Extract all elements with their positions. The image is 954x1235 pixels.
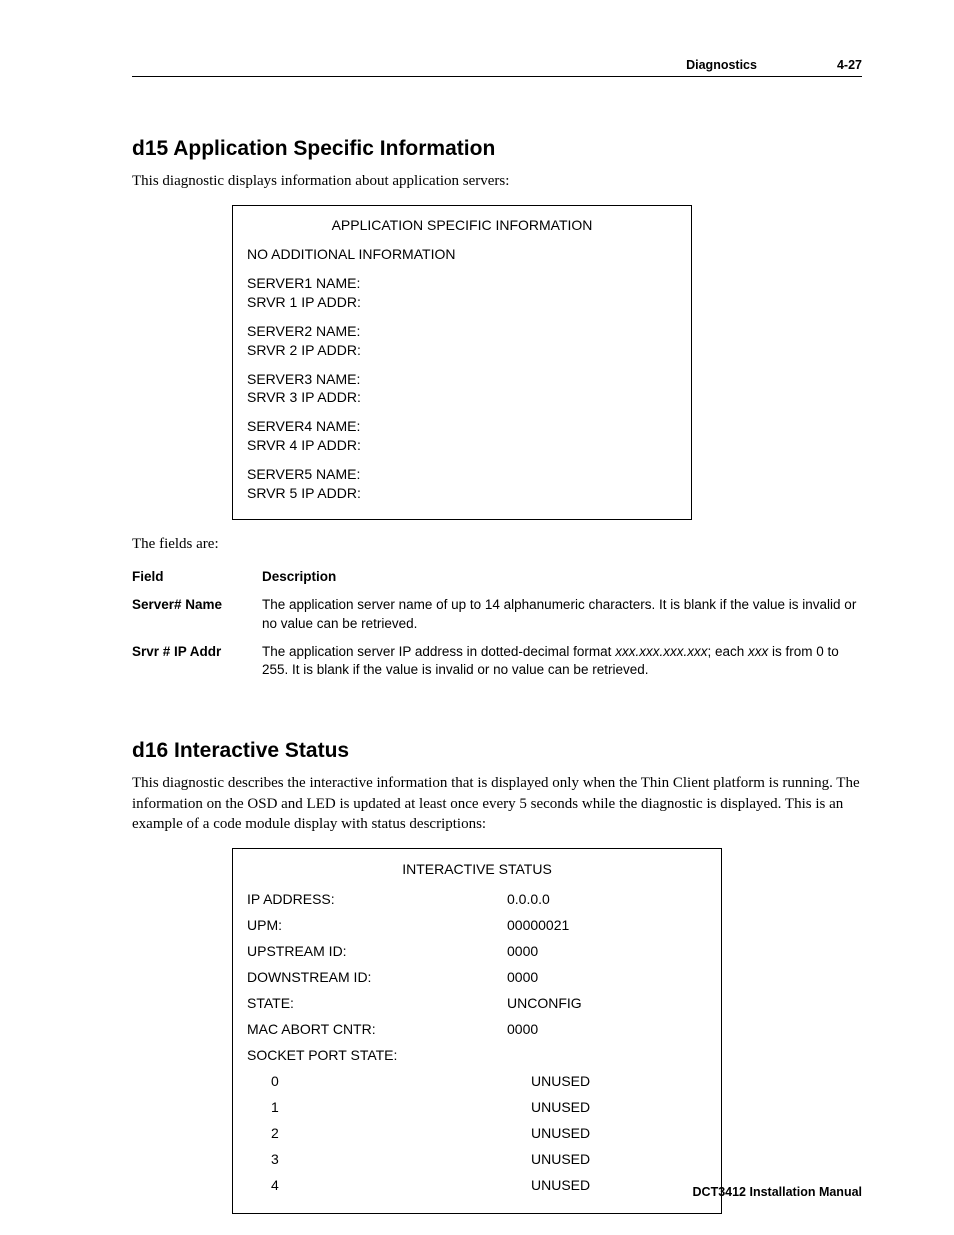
field-row: Server# Name The application server name…: [132, 596, 862, 632]
socket-state: UNUSED: [531, 1099, 707, 1115]
d15-server-5: SERVER5 NAME: SRVR 5 IP ADDR:: [247, 465, 677, 503]
d15-field-table: Field Description Server# Name The appli…: [132, 568, 862, 679]
socket-row: 1 UNUSED: [247, 1099, 707, 1115]
d15-intro: This diagnostic displays information abo…: [132, 171, 862, 191]
socket-index: 1: [247, 1099, 531, 1115]
status-value: 0000: [507, 969, 707, 985]
socket-row: 3 UNUSED: [247, 1151, 707, 1167]
footer-manual-title: DCT3412 Installation Manual: [693, 1185, 862, 1199]
d15-panel-title: APPLICATION SPECIFIC INFORMATION: [247, 216, 677, 235]
field-header-col2: Description: [262, 568, 862, 586]
socket-state: UNUSED: [531, 1125, 707, 1141]
status-label: UPM:: [247, 917, 507, 933]
socket-row: 0 UNUSED: [247, 1073, 707, 1089]
socket-state: UNUSED: [531, 1073, 707, 1089]
socket-index: 4: [247, 1177, 531, 1193]
d16-panel-title: INTERACTIVE STATUS: [247, 861, 707, 877]
status-value: UNCONFIG: [507, 995, 707, 1011]
status-row: MAC ABORT CNTR: 0000: [247, 1021, 707, 1037]
socket-header: SOCKET PORT STATE:: [247, 1047, 507, 1063]
field-desc: The application server name of up to 14 …: [262, 596, 862, 632]
socket-row: 2 UNUSED: [247, 1125, 707, 1141]
server-ip-label: SRVR 1 IP ADDR:: [247, 293, 677, 312]
status-label: MAC ABORT CNTR:: [247, 1021, 507, 1037]
header-page: 4-27: [837, 58, 862, 72]
status-label: IP ADDRESS:: [247, 891, 507, 907]
server-name-label: SERVER1 NAME:: [247, 274, 677, 293]
status-value: 0000: [507, 943, 707, 959]
socket-state: UNUSED: [531, 1177, 707, 1193]
status-row: UPSTREAM ID: 0000: [247, 943, 707, 959]
d16-heading: d16 Interactive Status: [132, 739, 862, 763]
socket-index: 2: [247, 1125, 531, 1141]
socket-index: 3: [247, 1151, 531, 1167]
status-row: STATE: UNCONFIG: [247, 995, 707, 1011]
server-name-label: SERVER5 NAME:: [247, 465, 677, 484]
status-value: 0.0.0.0: [507, 891, 707, 907]
server-name-label: SERVER4 NAME:: [247, 417, 677, 436]
d15-heading: d15 Application Specific Information: [132, 137, 862, 161]
status-value: 00000021: [507, 917, 707, 933]
field-header-row: Field Description: [132, 568, 862, 586]
field-name: Srvr # IP Addr: [132, 643, 262, 679]
status-label: UPSTREAM ID:: [247, 943, 507, 959]
server-ip-label: SRVR 2 IP ADDR:: [247, 341, 677, 360]
field-header-col1: Field: [132, 568, 262, 586]
d15-panel-line1: NO ADDITIONAL INFORMATION: [247, 245, 677, 264]
d16-panel: INTERACTIVE STATUS IP ADDRESS: 0.0.0.0 U…: [232, 848, 722, 1214]
field-row: Srvr # IP Addr The application server IP…: [132, 643, 862, 679]
socket-row: 4 UNUSED: [247, 1177, 707, 1193]
status-row: IP ADDRESS: 0.0.0.0: [247, 891, 707, 907]
server-ip-label: SRVR 4 IP ADDR:: [247, 436, 677, 455]
status-row: DOWNSTREAM ID: 0000: [247, 969, 707, 985]
d15-fields-intro: The fields are:: [132, 534, 862, 554]
d16-intro: This diagnostic describes the interactiv…: [132, 773, 862, 834]
status-label: STATE:: [247, 995, 507, 1011]
socket-state: UNUSED: [531, 1151, 707, 1167]
d15-server-3: SERVER3 NAME: SRVR 3 IP ADDR:: [247, 370, 677, 408]
status-value: 0000: [507, 1021, 707, 1037]
d15-panel: APPLICATION SPECIFIC INFORMATION NO ADDI…: [232, 205, 692, 520]
socket-header-row: SOCKET PORT STATE:: [247, 1047, 707, 1063]
status-row: UPM: 00000021: [247, 917, 707, 933]
server-ip-label: SRVR 3 IP ADDR:: [247, 388, 677, 407]
server-ip-label: SRVR 5 IP ADDR:: [247, 484, 677, 503]
server-name-label: SERVER3 NAME:: [247, 370, 677, 389]
page-header: Diagnostics 4-27: [132, 58, 862, 77]
status-label: DOWNSTREAM ID:: [247, 969, 507, 985]
d15-server-4: SERVER4 NAME: SRVR 4 IP ADDR:: [247, 417, 677, 455]
d15-server-2: SERVER2 NAME: SRVR 2 IP ADDR:: [247, 322, 677, 360]
header-section: Diagnostics: [686, 58, 757, 72]
d15-server-1: SERVER1 NAME: SRVR 1 IP ADDR:: [247, 274, 677, 312]
field-name: Server# Name: [132, 596, 262, 632]
socket-index: 0: [247, 1073, 531, 1089]
field-desc: The application server IP address in dot…: [262, 643, 862, 679]
server-name-label: SERVER2 NAME:: [247, 322, 677, 341]
